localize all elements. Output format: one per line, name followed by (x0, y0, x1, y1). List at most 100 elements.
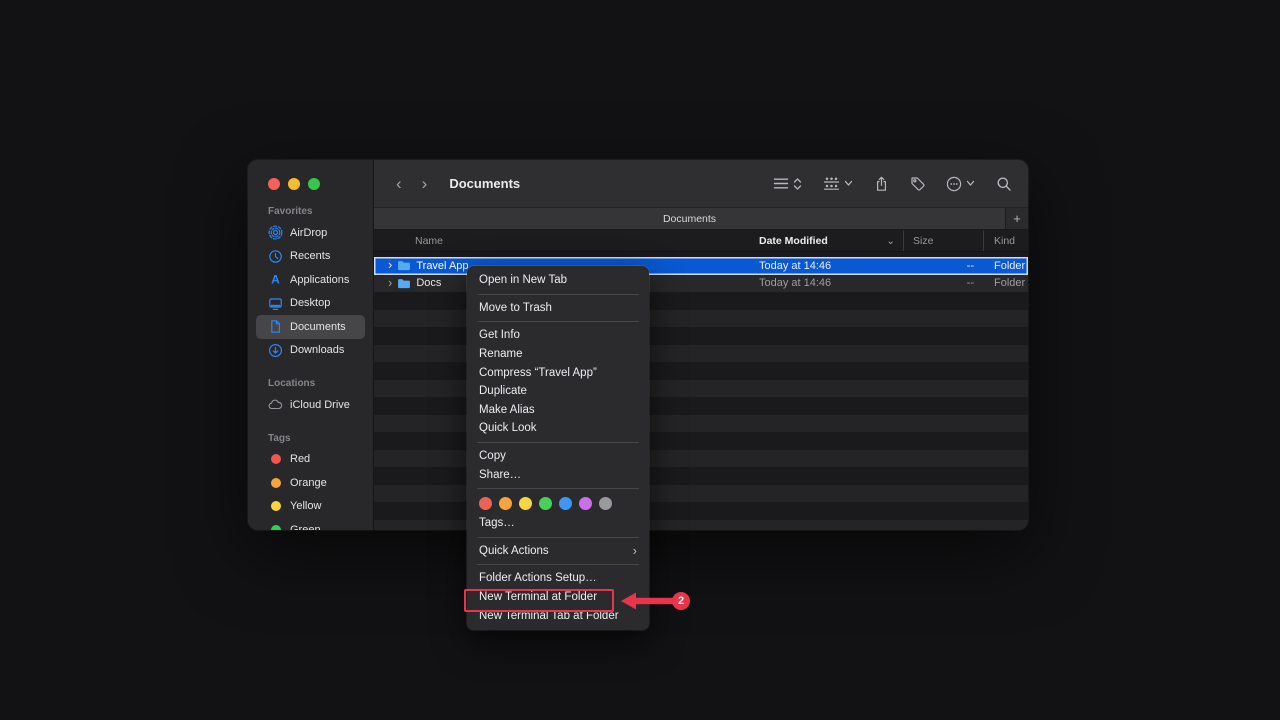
menu-separator (477, 321, 639, 322)
sidebar-section: Favorites AirDrop Recents A Applications… (248, 206, 373, 362)
menu-separator (477, 294, 639, 295)
menu-item-share[interactable]: Share… (467, 465, 649, 484)
tag-color-row (467, 493, 649, 514)
cloud-icon (268, 397, 283, 412)
sidebar-section-label: Tags (248, 433, 373, 444)
airdrop-icon (268, 225, 283, 240)
menu-separator (477, 537, 639, 538)
sidebar-item-icloud-drive[interactable]: iCloud Drive (256, 393, 365, 417)
search-icon (996, 176, 1012, 192)
folder-icon (397, 278, 411, 289)
menu-item-get-info[interactable]: Get Info (467, 326, 649, 345)
menu-item-tags[interactable]: Tags… (467, 514, 649, 533)
window-title: Documents (449, 176, 520, 191)
sidebar: Favorites AirDrop Recents A Applications… (248, 160, 374, 530)
menu-separator (477, 564, 639, 565)
column-header-kind[interactable]: Kind (984, 235, 1028, 247)
tag-button[interactable] (910, 176, 925, 191)
file-date-modified: Today at 14:46 (754, 277, 904, 289)
menu-item-quick-look[interactable]: Quick Look (467, 419, 649, 438)
chevron-updown-icon (793, 177, 802, 191)
menu-item-make-alias[interactable]: Make Alias (467, 401, 649, 420)
minimize-window-button[interactable] (288, 178, 300, 190)
sidebar-section-label: Favorites (248, 206, 373, 217)
tag-color-dot[interactable] (499, 497, 512, 510)
sidebar-item-orange[interactable]: Orange (256, 471, 365, 495)
new-tab-button[interactable]: + (1005, 208, 1028, 229)
tag-color-dot[interactable] (559, 497, 572, 510)
sort-direction-icon: ⌄ (886, 235, 895, 247)
chevron-down-icon (966, 180, 975, 187)
sidebar-item-applications[interactable]: A Applications (256, 268, 365, 292)
group-button[interactable] (823, 176, 853, 191)
menu-item-duplicate[interactable]: Duplicate (467, 382, 649, 401)
tag-color-dot[interactable] (579, 497, 592, 510)
toolbar: ‹ › Documents (374, 160, 1028, 207)
zoom-window-button[interactable] (308, 178, 320, 190)
search-button[interactable] (996, 176, 1012, 192)
tag-color-dot[interactable] (599, 497, 612, 510)
sidebar-item-label: Red (290, 453, 310, 465)
context-menu: Open in New Tab Move to Trash Get Info R… (467, 266, 649, 630)
window-controls (248, 160, 373, 190)
sidebar-item-label: Applications (290, 274, 349, 286)
tag-color-dot[interactable] (539, 497, 552, 510)
sidebar-item-yellow[interactable]: Yellow (256, 495, 365, 519)
submenu-chevron-icon: › (633, 543, 637, 558)
back-button[interactable]: ‹ (396, 175, 402, 192)
tag-icon (910, 176, 925, 191)
file-name: Docs (416, 277, 441, 289)
forward-button[interactable]: › (422, 175, 428, 192)
tag-color-dot[interactable] (479, 497, 492, 510)
tag-dot-icon (271, 454, 281, 464)
sidebar-item-downloads[interactable]: Downloads (256, 339, 365, 363)
sidebar-item-green[interactable]: Green (256, 518, 365, 530)
list-view-button[interactable] (773, 177, 802, 191)
file-kind: Folder (984, 260, 1028, 272)
list-view-icon (773, 177, 789, 190)
tab-documents[interactable]: Documents (374, 208, 1005, 229)
clock-icon (268, 249, 283, 264)
share-icon (874, 176, 889, 192)
file-size: -- (904, 277, 984, 289)
sidebar-item-desktop[interactable]: Desktop (256, 292, 365, 316)
column-header-size[interactable]: Size (904, 230, 984, 251)
more-button[interactable] (946, 176, 975, 192)
menu-item-open-in-new-tab[interactable]: Open in New Tab (467, 271, 649, 290)
group-icon (823, 176, 840, 191)
sidebar-item-label: AirDrop (290, 227, 327, 239)
menu-item-copy[interactable]: Copy (467, 447, 649, 466)
sidebar-item-documents[interactable]: Documents (256, 315, 365, 339)
sidebar-item-red[interactable]: Red (256, 448, 365, 472)
sidebar-item-recents[interactable]: Recents (256, 245, 365, 269)
column-header-date-modified[interactable]: Date Modified ⌄ (754, 230, 904, 251)
menu-separator (477, 442, 639, 443)
sidebar-item-label: Recents (290, 250, 330, 262)
menu-item-folder-actions-setup[interactable]: Folder Actions Setup… (467, 569, 649, 588)
column-header-name[interactable]: Name (374, 235, 754, 247)
svg-text:A: A (271, 273, 280, 287)
sidebar-item-label: Yellow (290, 500, 321, 512)
sidebar-item-airdrop[interactable]: AirDrop (256, 221, 365, 245)
tag-dot-icon (271, 501, 281, 511)
close-window-button[interactable] (268, 178, 280, 190)
file-size: -- (904, 260, 984, 272)
menu-item-rename[interactable]: Rename (467, 345, 649, 364)
more-icon (946, 176, 962, 192)
file-kind: Folder (984, 277, 1028, 289)
tag-dot-icon (271, 525, 281, 530)
folder-icon (397, 260, 411, 271)
disclosure-chevron-icon[interactable]: › (388, 260, 392, 272)
chevron-down-icon (844, 180, 853, 187)
sidebar-item-label: Orange (290, 477, 327, 489)
share-button[interactable] (874, 176, 889, 192)
menu-item-move-to-trash[interactable]: Move to Trash (467, 299, 649, 318)
downloads-icon (268, 343, 283, 358)
disclosure-chevron-icon[interactable]: › (388, 277, 392, 289)
menu-item-quick-actions[interactable]: Quick Actions › (467, 542, 649, 561)
sidebar-section: Locations iCloud Drive (248, 378, 373, 417)
sidebar-item-label: Green (290, 524, 321, 530)
menu-item-compress-travel-app[interactable]: Compress “Travel App” (467, 363, 649, 382)
tag-color-dot[interactable] (519, 497, 532, 510)
desktop-icon (268, 296, 283, 311)
